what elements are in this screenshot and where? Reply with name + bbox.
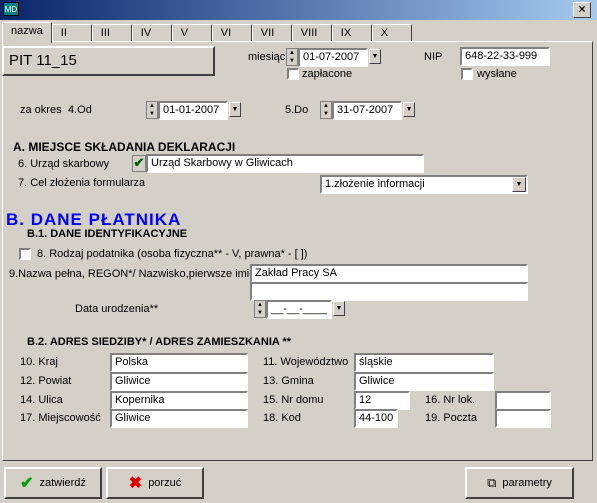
to-date-field[interactable]: 31-07-2007 [332,101,402,120]
postal-code-label: 18. Kod [263,412,301,424]
app-icon[interactable]: MD [3,2,19,16]
tab-ii[interactable]: II [51,24,92,42]
parameters-label: parametry [502,477,552,489]
cross-icon: ✖ [128,475,143,492]
from-spinner[interactable]: ▲ ▼ [146,101,158,119]
city-label: 17. Miejscowość [20,412,101,424]
post-office-label: 19. Poczta [425,412,477,424]
title-bar [0,0,597,20]
parameters-button[interactable]: ⧉ parametry [465,467,574,499]
county-label: 12. Powiat [20,375,72,387]
nip-label: NIP [424,51,443,63]
purpose-select[interactable]: 1.złożenie informacji [320,175,528,194]
period-label: za okres [20,104,62,116]
cancel-label: porzuć [148,477,182,489]
birth-date-label: Data urodzenia** [75,303,159,315]
checkmark-icon: ✔ [20,475,34,492]
tax-office-field[interactable]: Urząd Skarbowy w Gliwicach [146,154,424,173]
from-dropdown-button[interactable]: ▼ [229,102,241,117]
post-office-field[interactable] [495,409,551,428]
sent-checkbox[interactable] [461,68,473,80]
full-name-label: 9.Nazwa pełna, REGON*/ Nazwisko,pierwsze… [9,268,250,280]
tab-vi[interactable]: VI [211,24,252,42]
section-b-title: B. DANE PŁATNIKA [6,210,182,229]
month-dropdown-button[interactable]: ▼ [369,49,381,64]
full-name-field-2[interactable] [250,282,528,301]
sent-label: wysłane [477,68,517,80]
tab-x[interactable]: X [371,24,412,42]
confirm-label: zatwierdź [39,477,86,489]
tab-v[interactable]: V [171,24,212,42]
tab-iv[interactable]: IV [131,24,172,42]
tab-iii[interactable]: III [91,24,132,42]
purpose-label: 7. Cel złożenia formularza [18,177,146,189]
month-field[interactable]: 01-07-2007 [298,48,368,67]
paid-label: zapłacone [302,68,353,80]
section-b2-title: B.2. ADRES SIEDZIBY* / ADRES ZAMIESZKANI… [27,336,292,348]
taxpayer-type-label: 8. Rodzaj podatnika (osoba fizyczna** - … [37,248,308,260]
tab-strip: nazwa II III IV V VI VII VIII IX X [2,22,412,43]
cancel-button[interactable]: ✖ porzuć [106,467,204,499]
county-field[interactable]: Gliwice [110,372,248,391]
flat-number-label: 16. Nr lok. [425,394,476,406]
from-date-field[interactable]: 01-01-2007 [158,101,228,120]
full-name-field[interactable]: Zakład Pracy SA [250,264,528,283]
month-spinner[interactable]: ▲ ▼ [286,48,298,66]
office-label: 6. Urząd skarbowy [18,158,110,170]
house-number-label: 15. Nr domu [263,394,324,406]
purpose-dropdown-button[interactable]: ▼ [512,177,526,192]
taxpayer-type-checkbox[interactable] [19,248,31,260]
tab-nazwa[interactable]: nazwa [2,22,52,43]
copy-icon: ⧉ [487,475,497,490]
street-field[interactable]: Kopernika [110,391,248,410]
confirm-button[interactable]: ✔ zatwierdź [4,467,102,499]
close-button[interactable]: × [573,2,591,18]
country-field[interactable]: Polska [110,353,248,372]
section-b1-title: B.1. DANE IDENTYFIKACYJNE [27,228,188,240]
checkmark-icon[interactable]: ✔ [132,155,146,172]
from-label: 4.Od [68,104,92,116]
section-a-title: A. MIEJSCE SKŁADANIA DEKLARACJI [13,140,236,154]
birth-date-field[interactable]: __-__-____ [266,300,332,319]
birth-date-spinner[interactable]: ▲ ▼ [254,300,266,318]
to-label-text: 5.Do [285,104,309,116]
postal-code-field[interactable]: 44-100 [354,409,398,428]
form-title-button[interactable]: PIT 11_15 [2,46,215,76]
house-number-field[interactable]: 12 [354,391,410,410]
commune-field[interactable]: Gliwice [354,372,494,391]
tab-vii[interactable]: VII [251,24,292,42]
tab-viii[interactable]: VIII [291,24,332,42]
tab-ix[interactable]: IX [331,24,372,42]
month-label: miesiąc [248,51,286,63]
street-label: 14. Ulica [20,394,63,406]
city-field[interactable]: Gliwice [110,409,248,428]
commune-label: 13. Gmina [263,375,314,387]
voivodeship-label: 11. Województwo [263,356,349,368]
birth-date-dropdown-button[interactable]: ▼ [333,301,345,316]
flat-number-field[interactable] [495,391,551,410]
to-dropdown-button[interactable]: ▼ [403,102,415,117]
to-spinner[interactable]: ▲ ▼ [320,101,332,119]
voivodeship-field[interactable]: śląskie [354,353,494,372]
nip-field[interactable]: 648-22-33-999 [460,47,550,66]
country-label: 10. Kraj [20,356,58,368]
paid-checkbox[interactable] [287,68,299,80]
